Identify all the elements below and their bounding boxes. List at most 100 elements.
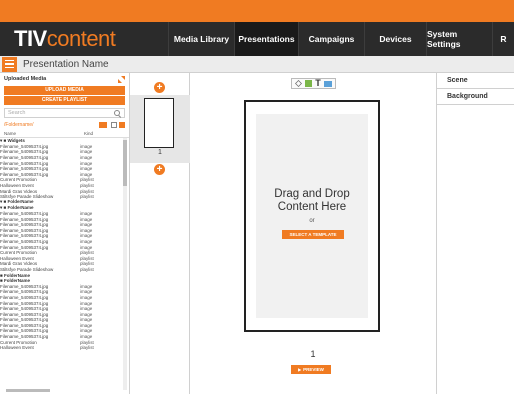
- media-row-name: Filename_54095374.jpg: [0, 311, 49, 317]
- media-row-kind: image: [80, 311, 93, 317]
- upload-media-button[interactable]: UPLOAD MEDIA: [4, 86, 125, 95]
- folder-path[interactable]: /Foldername/: [4, 122, 99, 128]
- media-row[interactable]: Filename_54095374.jpg image: [0, 334, 121, 340]
- create-playlist-button[interactable]: CREATE PLAYLIST: [4, 96, 125, 105]
- media-row[interactable]: Filename_54095374.jpg image: [0, 295, 121, 301]
- horizontal-scrollbar[interactable]: [6, 389, 50, 392]
- nav-campaigns[interactable]: Campaigns: [298, 22, 364, 56]
- app-logo[interactable]: TIV content: [0, 22, 168, 56]
- preview-button[interactable]: PREVIEW: [291, 365, 331, 374]
- media-row[interactable]: Filename_54095374.jpg image: [0, 172, 121, 178]
- pencil-icon[interactable]: [295, 80, 303, 87]
- main-nav: TIV content Media Library Presentations C…: [0, 22, 514, 56]
- logo-tiv: TIV: [14, 26, 47, 51]
- drop-text: Drag and Drop Content Here: [274, 188, 350, 213]
- media-row[interactable]: Filename_54095374.jpg image: [0, 311, 121, 317]
- nav-presentations[interactable]: Presentations: [234, 22, 298, 56]
- media-row-kind: image: [80, 227, 93, 233]
- media-row[interactable]: Filename_54095374.jpg image: [0, 300, 121, 306]
- media-row[interactable]: Filename_54095374.jpg image: [0, 144, 121, 150]
- media-row[interactable]: Filename_54095374.jpg image: [0, 160, 121, 166]
- prop-scene[interactable]: Scene: [437, 73, 514, 89]
- drop-zone[interactable]: Drag and Drop Content Here or SELECT A T…: [256, 114, 368, 318]
- media-panel-header: Uploaded Media: [0, 73, 129, 85]
- top-accent-strip: [0, 0, 514, 22]
- prop-background[interactable]: Background: [437, 89, 514, 105]
- media-row[interactable]: Current Promotion playlist: [0, 177, 121, 183]
- media-row-name: Filename_54095374.jpg: [0, 294, 49, 300]
- scene-thumbnail[interactable]: [144, 98, 174, 148]
- media-row[interactable]: Mardi Gras Videos playlist: [0, 188, 121, 194]
- media-row[interactable]: Filename_54095374.jpg image: [0, 233, 121, 239]
- nav-devices[interactable]: Devices: [364, 22, 426, 56]
- media-row[interactable]: Filename_54095374.jpg image: [0, 328, 121, 334]
- media-row[interactable]: Filename_54095374.jpg image: [0, 211, 121, 217]
- media-row-name: Filename_54095374.jpg: [0, 244, 49, 250]
- media-row-name: Current Promotion: [0, 250, 37, 256]
- media-row[interactable]: Filename_54095374.jpg image: [0, 317, 121, 323]
- media-row[interactable]: Halloween Event playlist: [0, 255, 121, 261]
- media-row-name: ▾ ■ FolderName: [0, 204, 34, 210]
- media-row-name: Filename_54095374.jpg: [0, 216, 49, 222]
- media-row[interactable]: Filename_54095374.jpg image: [0, 149, 121, 155]
- media-row[interactable]: Filename_54095374.jpg image: [0, 323, 121, 329]
- media-row[interactable]: Halloween Event playlist: [0, 345, 121, 351]
- media-row[interactable]: Current Promotion playlist: [0, 339, 121, 345]
- nav-system-settings[interactable]: System Settings: [426, 22, 492, 56]
- image-tool-icon[interactable]: [305, 80, 313, 87]
- media-row-name: Filename_54095374.jpg: [0, 233, 49, 239]
- search-icon[interactable]: [114, 109, 121, 117]
- media-row-name: Filename_54095374.jpg: [0, 238, 49, 244]
- media-row[interactable]: Current Promotion playlist: [0, 250, 121, 256]
- media-row[interactable]: Filename_54095374.jpg image: [0, 244, 121, 250]
- media-row-name: Halloween Event: [0, 183, 34, 189]
- media-row-kind: playlist: [80, 183, 94, 189]
- media-row[interactable]: Filename_54095374.jpg image: [0, 228, 121, 234]
- media-row[interactable]: Filename_54095374.jpg image: [0, 222, 121, 228]
- list-view-icon[interactable]: [119, 122, 125, 128]
- scene-strip: + 1 +: [130, 73, 190, 394]
- media-row[interactable]: Filename_54095374.jpg image: [0, 155, 121, 161]
- media-row-kind: playlist: [80, 345, 94, 351]
- media-row[interactable]: Mardi Gras Videos playlist: [0, 261, 121, 267]
- media-row-kind: playlist: [80, 250, 94, 256]
- grid-view-icon[interactable]: [111, 122, 117, 128]
- media-row-kind: image: [80, 322, 93, 328]
- folder-path-row: /Foldername/: [0, 120, 129, 130]
- media-row-kind: playlist: [80, 339, 94, 345]
- scene-thumb-number: 1: [158, 149, 162, 156]
- media-row-name: Filename_54095374.jpg: [0, 334, 49, 340]
- select-template-button[interactable]: SELECT A TEMPLATE: [282, 230, 344, 239]
- media-row[interactable]: Filename_54095374.jpg image: [0, 289, 121, 295]
- new-folder-icon[interactable]: [99, 122, 107, 128]
- hamburger-menu-icon[interactable]: [2, 56, 17, 72]
- page-title: Presentation Name: [23, 58, 109, 70]
- text-tool-icon[interactable]: T: [315, 79, 321, 88]
- column-kind[interactable]: Kind: [84, 131, 120, 136]
- nav-more[interactable]: R: [492, 22, 514, 56]
- media-row[interactable]: Filename_54095374.jpg image: [0, 306, 121, 312]
- media-row-kind: playlist: [80, 261, 94, 267]
- media-row[interactable]: Filename_54095374.jpg image: [0, 166, 121, 172]
- media-row-kind: image: [80, 171, 93, 177]
- media-row-name: ■ FolderName: [0, 272, 30, 278]
- media-row[interactable]: Filename_54095374.jpg image: [0, 239, 121, 245]
- media-scroll-thumb[interactable]: [123, 140, 127, 186]
- search-input[interactable]: Search: [4, 108, 125, 118]
- media-scrollbar[interactable]: [123, 138, 127, 390]
- expand-icon[interactable]: [118, 75, 125, 83]
- media-row[interactable]: Stiltsfye Parade Slideshow playlist: [0, 267, 121, 273]
- add-scene-top-icon[interactable]: +: [154, 82, 165, 93]
- nav-media-library[interactable]: Media Library: [168, 22, 234, 56]
- media-row[interactable]: Filename_54095374.jpg image: [0, 216, 121, 222]
- media-row-name: Filename_54095374.jpg: [0, 222, 49, 228]
- video-tool-icon[interactable]: [323, 80, 332, 87]
- add-scene-bottom-icon[interactable]: +: [154, 164, 165, 175]
- properties-panel: Scene Background: [436, 73, 514, 394]
- media-row[interactable]: Filename_54095374.jpg image: [0, 283, 121, 289]
- canvas-area: T Drag and Drop Content Here or SELECT A…: [190, 73, 436, 394]
- media-row-name: Filename_54095374.jpg: [0, 171, 49, 177]
- media-row[interactable]: Halloween Event playlist: [0, 183, 121, 189]
- column-name[interactable]: Name: [4, 131, 84, 136]
- media-row-kind: playlist: [80, 255, 94, 261]
